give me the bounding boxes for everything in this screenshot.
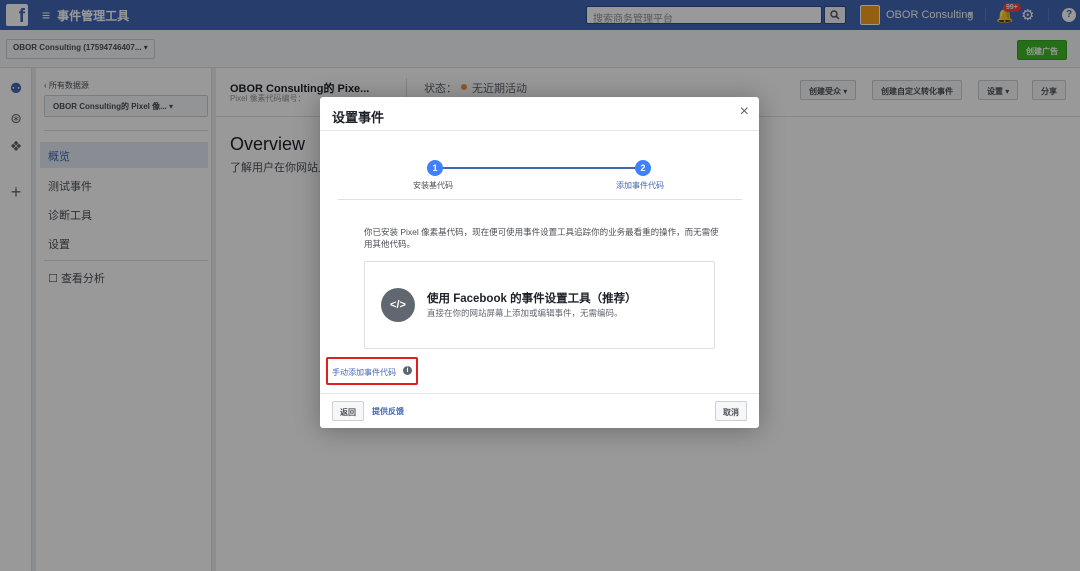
code-icon: </> [381, 288, 415, 322]
dialog-footer: 返回 提供反馈 取消 [320, 393, 759, 428]
manual-add-event-code-link[interactable]: 手动添加事件代码 [332, 367, 396, 378]
event-setup-tool-option[interactable]: </> 使用 Facebook 的事件设置工具（推荐） 直接在你的网站屏幕上添加… [364, 261, 715, 349]
step-2-label: 添加事件代码 [616, 181, 664, 190]
divider [338, 199, 742, 200]
feedback-link[interactable]: 提供反馈 [372, 406, 404, 417]
step-1-indicator: 1 [427, 160, 443, 176]
step-1-label: 安装基代码 [413, 181, 453, 190]
dialog-description: 你已安装 Pixel 像素基代码，现在便可使用事件设置工具追踪你的业务最看重的操… [364, 227, 719, 249]
step-2-indicator: 2 [635, 160, 651, 176]
back-button[interactable]: 返回 [332, 401, 364, 421]
step-progress-line [435, 167, 643, 169]
dialog-header: 设置事件 × [320, 97, 759, 131]
cancel-button[interactable]: 取消 [715, 401, 747, 421]
info-icon[interactable]: i [403, 366, 412, 375]
dialog-title: 设置事件 [332, 110, 385, 125]
event-setup-tool-title: 使用 Facebook 的事件设置工具（推荐） [427, 293, 637, 305]
setup-events-dialog: 设置事件 × 1 2 安装基代码 添加事件代码 你已安装 Pixel 像素基代码… [320, 97, 759, 428]
event-setup-tool-subtitle: 直接在你的网站屏幕上添加或编辑事件，无需编码。 [427, 308, 623, 318]
close-icon[interactable]: × [740, 103, 749, 121]
